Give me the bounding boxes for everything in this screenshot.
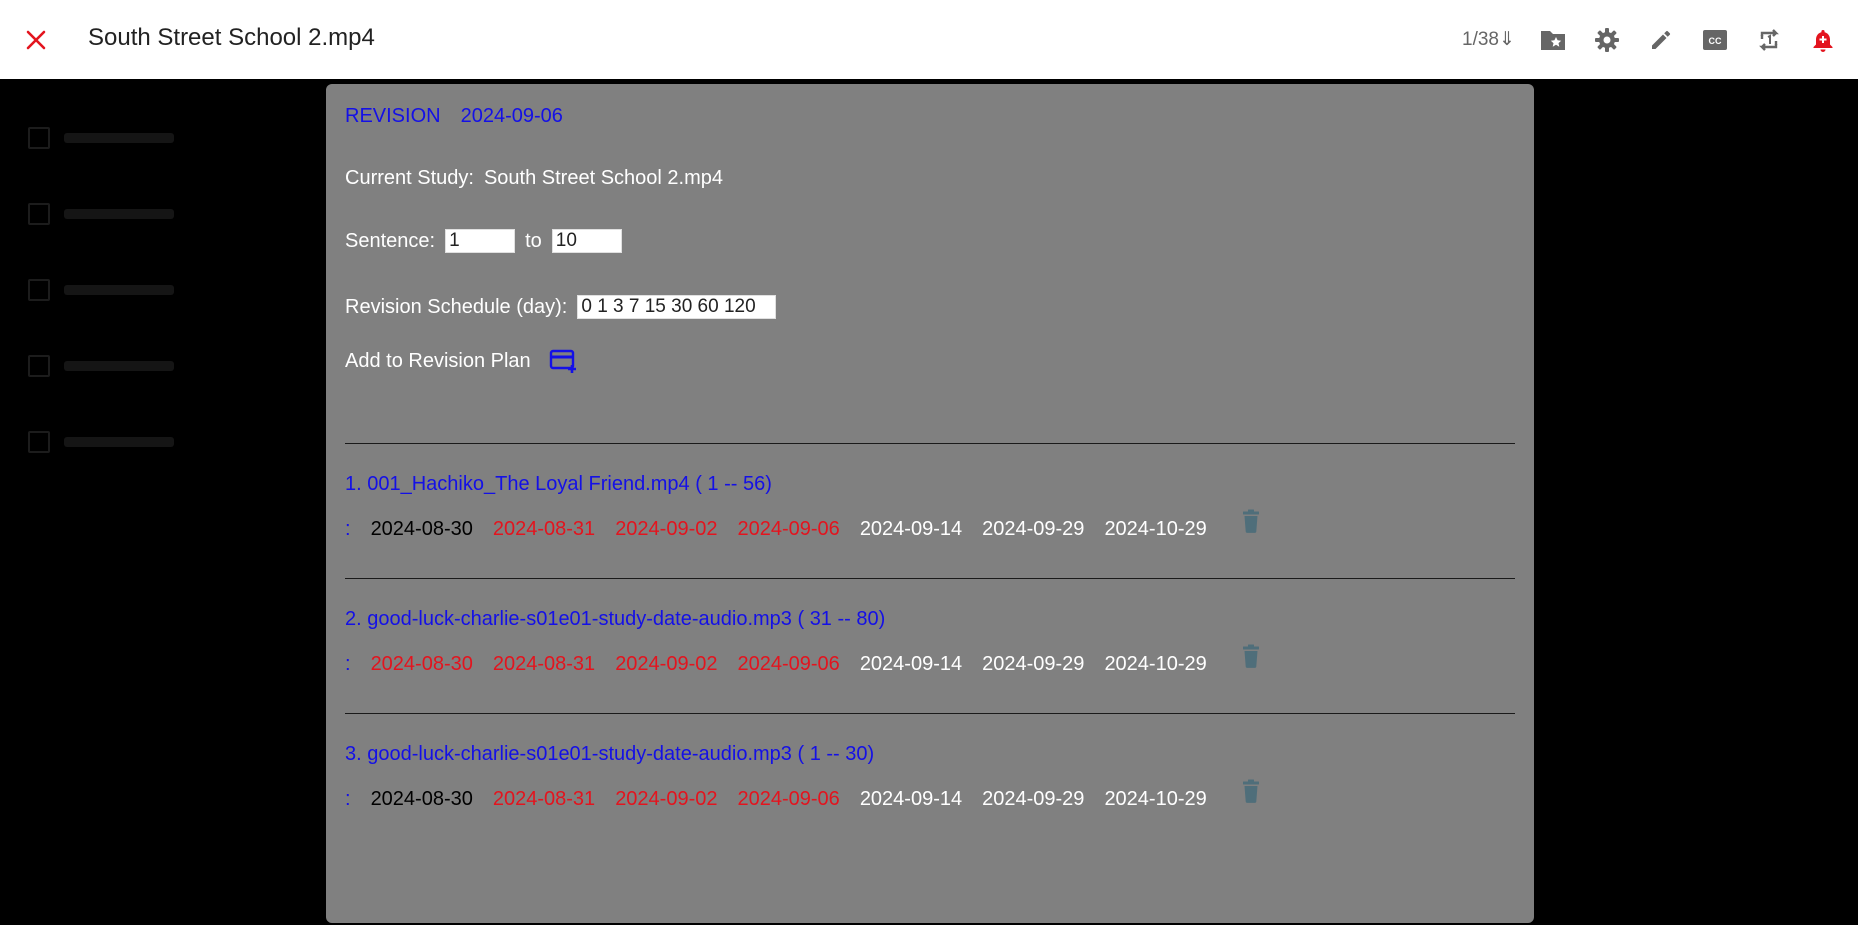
- schedule-row: Revision Schedule (day):: [345, 295, 777, 319]
- divider: [345, 578, 1515, 579]
- list-item: [28, 176, 174, 252]
- date-7: 2024-10-29: [1104, 653, 1207, 675]
- date-3: 2024-09-02: [615, 788, 718, 810]
- list-item: [28, 100, 174, 176]
- add-plan-label: Add to Revision Plan: [345, 349, 531, 372]
- divider: [345, 443, 1515, 444]
- list-item: [28, 404, 174, 480]
- date-3: 2024-09-02: [615, 653, 718, 675]
- checkbox: [28, 127, 50, 149]
- closed-caption-icon[interactable]: CC: [1701, 26, 1729, 54]
- revision-entry-3: 3. good-luck-charlie-s01e01-study-date-a…: [345, 732, 1515, 822]
- repeat-one-icon[interactable]: [1755, 26, 1783, 54]
- background-list: [28, 100, 174, 480]
- date-2: 2024-08-31: [492, 518, 596, 540]
- date-6: 2024-09-29: [982, 653, 1085, 675]
- date-4: 2024-09-06: [737, 788, 840, 810]
- checkbox: [28, 279, 50, 301]
- date-5: 2024-09-14: [859, 518, 963, 540]
- checkbox: [28, 203, 50, 225]
- current-study-row: Current Study: South Street School 2.mp4: [345, 167, 723, 190]
- date-7: 2024-10-29: [1104, 518, 1207, 540]
- sentence-row: Sentence: to: [345, 229, 622, 253]
- date-6: 2024-09-29: [982, 788, 1085, 810]
- date-7: 2024-10-29: [1104, 788, 1207, 810]
- trash-icon[interactable]: [1241, 775, 1261, 820]
- date-4: 2024-09-06: [737, 653, 840, 675]
- folder-star-icon[interactable]: [1539, 26, 1567, 54]
- pencil-icon[interactable]: [1647, 26, 1675, 54]
- revision-date[interactable]: 2024-09-06: [461, 105, 563, 127]
- checkbox: [28, 355, 50, 377]
- gear-icon[interactable]: [1593, 26, 1621, 54]
- date-3: 2024-09-02: [615, 518, 718, 540]
- checkbox: [28, 431, 50, 453]
- revision-entry-2: 2. good-luck-charlie-s01e01-study-date-a…: [345, 597, 1515, 687]
- svg-text:CC: CC: [1709, 36, 1722, 46]
- date-1: 2024-08-30: [370, 788, 473, 810]
- date-5: 2024-09-14: [859, 653, 963, 675]
- sentence-from-input[interactable]: [445, 229, 516, 253]
- revision-dialog: REVISION 2024-09-06 Current Study: South …: [326, 84, 1534, 923]
- trash-icon[interactable]: [1241, 640, 1261, 685]
- date-6: 2024-09-29: [982, 518, 1085, 540]
- date-1: 2024-08-30: [370, 518, 473, 540]
- media-counter[interactable]: 1/38⇓: [1462, 28, 1515, 51]
- date-2: 2024-08-31: [492, 788, 596, 810]
- sentence-to-label: to: [525, 229, 542, 252]
- list-item: [28, 252, 174, 328]
- revision-label[interactable]: REVISION: [345, 105, 441, 127]
- trash-icon[interactable]: [1241, 505, 1261, 550]
- date-4: 2024-09-06: [737, 518, 840, 540]
- date-5: 2024-09-14: [859, 788, 963, 810]
- divider: [345, 713, 1515, 714]
- sentence-to-input[interactable]: [551, 229, 622, 253]
- date-1: 2024-08-30: [370, 653, 473, 675]
- revision-header: REVISION 2024-09-06: [345, 105, 563, 128]
- alarm-add-icon[interactable]: [1809, 26, 1837, 54]
- add-card-icon[interactable]: [549, 348, 579, 374]
- sentence-label: Sentence:: [345, 229, 436, 252]
- schedule-label: Revision Schedule (day):: [345, 295, 568, 318]
- current-study-label: Current Study:: [345, 167, 474, 189]
- date-2: 2024-08-31: [492, 653, 596, 675]
- top-app-bar: South Street School 2.mp4 1/38⇓ CC: [0, 0, 1858, 79]
- add-plan-row: Add to Revision Plan: [345, 348, 579, 374]
- revision-entry-1: 1. 001_Hachiko_The Loyal Friend.mp4 ( 1 …: [345, 462, 1515, 552]
- list-item: [28, 328, 174, 404]
- schedule-input[interactable]: [577, 295, 777, 319]
- close-icon[interactable]: [22, 26, 50, 54]
- current-study-value: South Street School 2.mp4: [483, 167, 723, 189]
- page-title: South Street School 2.mp4: [88, 24, 375, 51]
